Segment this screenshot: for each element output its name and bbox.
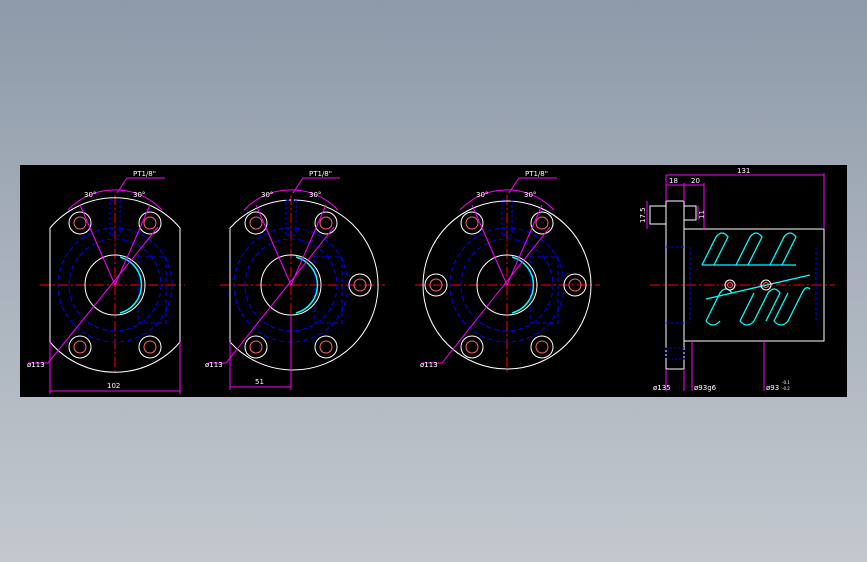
width-label: 102 (107, 382, 120, 390)
dim-18-label: 18 (669, 177, 678, 185)
bolt-hole (68, 335, 92, 359)
angle-left-label: 30° (261, 191, 273, 199)
body-dia-label: ø93g6 (694, 384, 717, 392)
side-bottom-stub (665, 347, 685, 360)
angle-right-label: 30° (133, 191, 145, 199)
dim-131-label: 131 (737, 167, 750, 175)
dim-11-label: 11 (698, 210, 706, 219)
angle-right-label: 30° (309, 191, 321, 199)
offset-label: 51 (255, 378, 264, 386)
dim-20-label: 20 (691, 177, 700, 185)
port-label: PT1/8" (525, 170, 548, 178)
pcd-label: ø113 (27, 361, 45, 369)
return-tube-hidden (313, 256, 343, 324)
side-view: 18 20 131 17.5 11 ø135 ø93g6 ø93 -0.1 -0… (639, 167, 835, 392)
return-tube-hidden (137, 256, 167, 324)
angle-left-label: 30° (476, 191, 488, 199)
pcd-label: ø113 (420, 361, 438, 369)
nut-dia-label: ø93 (766, 384, 779, 392)
bolt-hole (244, 335, 268, 359)
port-label: PT1/8" (133, 170, 156, 178)
angle-left-label: 30° (84, 191, 96, 199)
view-3-round-flange: 30° 30° PT1/8" ø113 (415, 170, 600, 375)
return-tube-hidden (529, 256, 559, 324)
nut-dia-tolerance: -0.2 (782, 386, 790, 391)
drawing-panel: 30° 30° PT1/8" ø113 102 30° 30° PT1/8" ø… (20, 165, 847, 397)
nut-dia-tolerance: -0.1 (782, 380, 790, 385)
port-label: PT1/8" (309, 170, 332, 178)
side-port (649, 205, 667, 225)
bolt-hole (530, 335, 554, 359)
pcd-label: ø113 (205, 361, 223, 369)
view-1-truncated-flange: 30° 30° PT1/8" ø113 102 (27, 170, 185, 394)
bolt-hole (138, 335, 162, 359)
flange-dia-label: ø135 (653, 384, 671, 392)
view-2-flange-side-port: 30° 30° PT1/8" ø113 51 (205, 170, 385, 390)
side-port-step (683, 205, 697, 221)
bolt-hole (460, 335, 484, 359)
return-tubes (701, 232, 811, 326)
bolt-hole (314, 335, 338, 359)
angle-right-label: 30° (524, 191, 536, 199)
cad-drawing: 30° 30° PT1/8" ø113 102 30° 30° PT1/8" ø… (27, 167, 835, 394)
dim-17-5-label: 17.5 (639, 207, 647, 223)
